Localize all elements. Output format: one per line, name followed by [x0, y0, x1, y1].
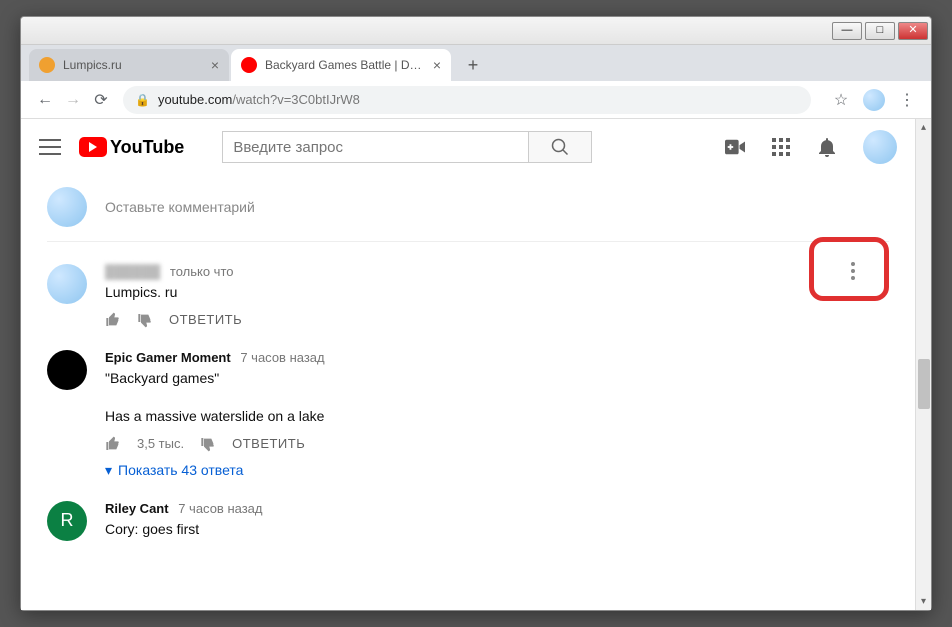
search-input[interactable]: [222, 131, 528, 163]
close-tab-icon[interactable]: ×: [211, 57, 219, 73]
url-input[interactable]: 🔒 youtube.com/watch?v=3C0btIJrW8: [123, 86, 811, 114]
window-titlebar: — □ ✕: [21, 17, 931, 45]
reply-button[interactable]: ОТВЕТИТЬ: [169, 312, 242, 327]
scrollbar-thumb[interactable]: [918, 359, 930, 409]
comment-time: только что: [170, 264, 234, 279]
browser-tab-active[interactable]: Backyard Games Battle | Dude Pe ×: [231, 49, 451, 81]
browser-tab[interactable]: Lumpics.ru ×: [29, 49, 229, 81]
comment-text: Cory: goes first: [105, 520, 889, 539]
commenter-avatar[interactable]: [47, 264, 87, 304]
comment-item: Epic Gamer Moment 7 часов назад "Backyar…: [47, 350, 889, 479]
commenter-avatar[interactable]: R: [47, 501, 87, 541]
add-comment-placeholder: Оставьте комментарий: [105, 199, 255, 215]
comment-time: 7 часов назад: [178, 501, 262, 516]
favicon-icon: [39, 57, 55, 73]
close-tab-icon[interactable]: ×: [433, 57, 441, 73]
forward-button: →: [59, 86, 87, 114]
back-button[interactable]: ←: [31, 86, 59, 114]
maximize-button[interactable]: □: [865, 22, 895, 40]
comment-actions: ОТВЕТИТЬ: [105, 312, 889, 328]
browser-window: — □ ✕ Lumpics.ru × Backyard Games Battle…: [20, 16, 932, 611]
tab-title: Lumpics.ru: [63, 58, 205, 72]
minimize-button[interactable]: —: [832, 22, 862, 40]
reload-button[interactable]: ⟳: [87, 86, 115, 114]
view-replies-button[interactable]: ▾ Показать 43 ответа: [105, 462, 889, 479]
add-comment-row[interactable]: Оставьте комментарий: [47, 187, 889, 242]
address-bar: ← → ⟳ 🔒 youtube.com/watch?v=3C0btIJrW8 ☆…: [21, 81, 931, 119]
tab-bar: Lumpics.ru × Backyard Games Battle | Dud…: [21, 45, 931, 81]
comment-time: 7 часов назад: [240, 350, 324, 365]
comment-actions: 3,5 тыс. ОТВЕТИТЬ: [105, 436, 889, 452]
url-host: youtube.com: [158, 92, 232, 107]
tab-title: Backyard Games Battle | Dude Pe: [265, 58, 427, 72]
search-form: [222, 131, 592, 163]
url-path: /watch?v=3C0btIJrW8: [232, 92, 360, 107]
comments-section: Оставьте комментарий ██████ только что L…: [21, 175, 915, 548]
user-avatar[interactable]: [863, 130, 897, 164]
caret-down-icon: ▾: [105, 462, 112, 479]
search-button[interactable]: [528, 131, 592, 163]
youtube-header: YouTube: [21, 119, 915, 175]
thumbs-down-icon[interactable]: [137, 312, 153, 328]
apps-grid-icon[interactable]: [771, 137, 791, 157]
browser-menu-icon[interactable]: ⋮: [893, 86, 921, 114]
close-button[interactable]: ✕: [898, 22, 928, 40]
like-count: 3,5 тыс.: [137, 436, 184, 451]
new-tab-button[interactable]: +: [459, 51, 487, 79]
youtube-play-icon: [79, 137, 107, 157]
comment-author[interactable]: Epic Gamer Moment: [105, 350, 231, 365]
comment-options-button[interactable]: [835, 253, 871, 289]
profile-avatar-icon[interactable]: [863, 89, 885, 111]
lock-icon: 🔒: [135, 93, 150, 107]
comment-item: ██████ только что Lumpics. ru ОТВЕТИТЬ: [47, 264, 889, 328]
comment-text: Lumpics. ru: [105, 283, 889, 302]
vertical-scrollbar[interactable]: ▴ ▾: [915, 119, 931, 610]
comment-author[interactable]: ██████: [105, 264, 160, 279]
thumbs-down-icon[interactable]: [200, 436, 216, 452]
search-icon: [551, 138, 569, 156]
bookmark-star-icon[interactable]: ☆: [827, 86, 855, 114]
menu-icon[interactable]: [39, 139, 61, 155]
youtube-logo[interactable]: YouTube: [79, 137, 184, 158]
comment-item: R Riley Cant 7 часов назад Cory: goes fi…: [47, 501, 889, 549]
header-icons: [725, 130, 897, 164]
scroll-down-icon[interactable]: ▾: [916, 593, 931, 610]
create-video-icon[interactable]: [725, 137, 745, 157]
commenter-avatar[interactable]: [47, 350, 87, 390]
notifications-bell-icon[interactable]: [817, 137, 837, 157]
thumbs-up-icon[interactable]: [105, 436, 121, 452]
comment-author[interactable]: Riley Cant: [105, 501, 169, 516]
page-content: YouTube: [21, 119, 931, 610]
reply-button[interactable]: ОТВЕТИТЬ: [232, 436, 305, 451]
youtube-logo-text: YouTube: [110, 137, 184, 158]
user-avatar: [47, 187, 87, 227]
thumbs-up-icon[interactable]: [105, 312, 121, 328]
favicon-icon: [241, 57, 257, 73]
scroll-up-icon[interactable]: ▴: [916, 119, 931, 136]
comment-text: "Backyard games" Has a massive waterslid…: [105, 369, 889, 426]
